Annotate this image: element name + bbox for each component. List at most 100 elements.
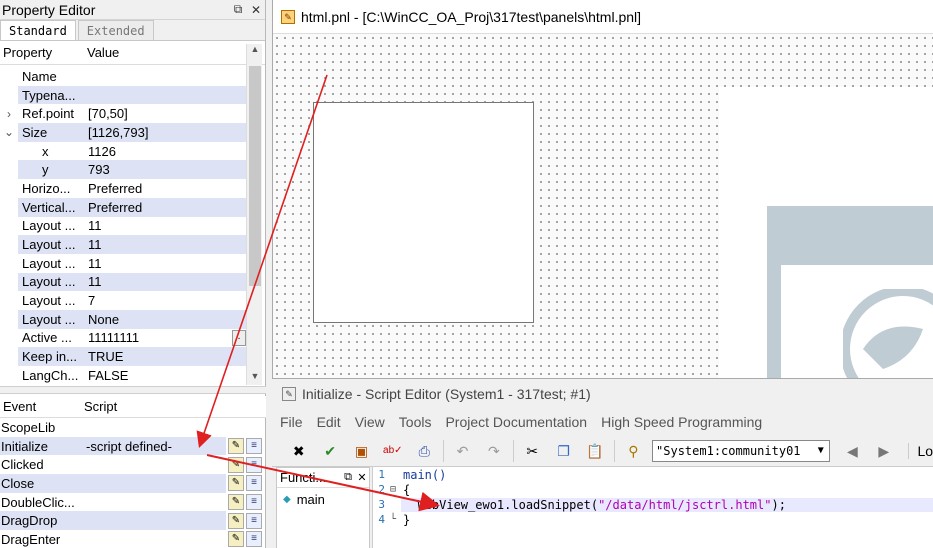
- close-icon[interactable]: ✕: [247, 3, 265, 17]
- property-row[interactable]: LangCh... FALSE: [0, 366, 246, 385]
- redo-icon[interactable]: ↷: [481, 440, 506, 462]
- property-row[interactable]: Layout ... None: [0, 309, 246, 329]
- menu-file[interactable]: File: [280, 414, 303, 430]
- property-value[interactable]: FALSE: [84, 366, 246, 385]
- menu-view[interactable]: View: [355, 414, 385, 430]
- property-row[interactable]: x 1126: [0, 142, 246, 161]
- event-script[interactable]: [84, 530, 226, 548]
- property-row[interactable]: ⌄ Size [1126,793]: [0, 123, 246, 142]
- property-value[interactable]: Preferred: [84, 179, 246, 198]
- edit-script-icon[interactable]: ✎: [228, 531, 244, 548]
- edit-script-icon[interactable]: ✎: [228, 475, 244, 492]
- find-icon[interactable]: ⚲: [621, 440, 646, 462]
- tab-standard[interactable]: Standard: [0, 20, 76, 40]
- property-row[interactable]: Name: [0, 67, 246, 86]
- save-icon[interactable]: ▣: [349, 440, 374, 462]
- close-script-icon[interactable]: ✖: [286, 440, 311, 462]
- property-row[interactable]: Layout ... 11: [0, 272, 246, 292]
- paste-icon[interactable]: 📋: [582, 440, 607, 462]
- property-row[interactable]: Layout ... 11: [0, 254, 246, 273]
- property-value[interactable]: 793: [84, 160, 246, 180]
- pane-splitter[interactable]: [0, 386, 266, 394]
- undo-icon[interactable]: ↶: [450, 440, 475, 462]
- event-row[interactable]: Close ✎ ≡: [0, 474, 266, 493]
- scroll-down-icon[interactable]: ▼: [247, 371, 263, 385]
- menu-high-speed-programming[interactable]: High Speed Programming: [601, 414, 762, 430]
- code-editor[interactable]: 1 main() 2 ⊟{3 WebView_ewo1.loadSnippet("/d…: [372, 467, 933, 548]
- chevron-down-icon[interactable]: ▼: [813, 445, 829, 456]
- property-value[interactable]: TRUE: [84, 347, 246, 366]
- property-column-header[interactable]: Property: [0, 45, 84, 60]
- property-row[interactable]: › Ref.point [70,50]: [0, 104, 246, 123]
- cut-icon[interactable]: ✂: [520, 440, 545, 462]
- property-value[interactable]: 11: [84, 217, 246, 236]
- print-icon[interactable]: ⎙: [412, 440, 437, 462]
- property-value[interactable]: [84, 67, 246, 86]
- webview-placeholder-rect[interactable]: [313, 102, 534, 323]
- edit-script-icon[interactable]: ✎: [228, 456, 244, 473]
- property-row[interactable]: Keep in... TRUE: [0, 347, 246, 366]
- edit-script-icon[interactable]: ✎: [228, 494, 244, 511]
- property-value[interactable]: 7: [84, 291, 246, 310]
- forward-arrow-icon[interactable]: ▶: [871, 440, 896, 462]
- event-script[interactable]: [84, 474, 226, 493]
- property-row[interactable]: Typena...: [0, 85, 246, 105]
- function-item-main[interactable]: ◆ main: [277, 488, 369, 510]
- script-list-icon[interactable]: ≡: [246, 438, 262, 455]
- scrollbar-thumb[interactable]: [249, 66, 261, 286]
- event-script[interactable]: [84, 418, 226, 437]
- panel-canvas[interactable]: [273, 34, 933, 378]
- tab-extended[interactable]: Extended: [77, 20, 154, 40]
- script-list-icon[interactable]: ≡: [246, 512, 262, 529]
- property-row[interactable]: Active ... 11111111.: [0, 329, 246, 348]
- event-column-header[interactable]: Event: [0, 399, 84, 414]
- back-arrow-icon[interactable]: ◀: [840, 440, 865, 462]
- ellipsis-button[interactable]: .: [232, 329, 246, 346]
- value-column-header[interactable]: Value: [84, 45, 265, 60]
- property-value[interactable]: 11: [84, 254, 246, 273]
- property-value[interactable]: [84, 85, 246, 105]
- event-script[interactable]: [84, 493, 226, 512]
- property-row[interactable]: Layout ... 11: [0, 235, 246, 254]
- chevron-right-icon[interactable]: ›: [0, 107, 18, 121]
- undock-icon[interactable]: ⧉: [341, 471, 355, 484]
- code-line[interactable]: 2 ⊟{: [373, 482, 933, 497]
- event-row[interactable]: Clicked ✎ ≡: [0, 455, 266, 474]
- property-row[interactable]: Vertical... Preferred: [0, 197, 246, 217]
- property-value[interactable]: 11: [84, 235, 246, 254]
- code-line[interactable]: 3 WebView_ewo1.loadSnippet("/data/html/j…: [373, 497, 933, 512]
- property-value[interactable]: None: [84, 309, 246, 329]
- property-row[interactable]: y 793: [0, 160, 246, 180]
- script-list-icon[interactable]: ≡: [246, 494, 262, 511]
- edit-script-icon[interactable]: ✎: [228, 512, 244, 529]
- script-list-icon[interactable]: ≡: [246, 475, 262, 492]
- toolbar-trailing-label[interactable]: Lo: [908, 442, 933, 459]
- event-script[interactable]: [84, 511, 226, 531]
- event-row[interactable]: DoubleClic... ✎ ≡: [0, 493, 266, 512]
- property-row[interactable]: Horizo... Preferred: [0, 179, 246, 198]
- script-column-header[interactable]: Script: [84, 399, 117, 414]
- property-value[interactable]: 11: [84, 272, 246, 292]
- fold-marker-icon[interactable]: └: [385, 514, 401, 525]
- code-line[interactable]: 4 └}: [373, 512, 933, 527]
- fold-marker-icon[interactable]: ⊟: [385, 484, 401, 495]
- scroll-up-icon[interactable]: ▲: [247, 44, 263, 58]
- event-script[interactable]: [84, 455, 226, 474]
- undock-icon[interactable]: ⧉: [229, 2, 247, 17]
- property-scrollbar[interactable]: ▲ ▼: [246, 44, 262, 385]
- menu-edit[interactable]: Edit: [317, 414, 341, 430]
- chevron-down-icon[interactable]: ⌄: [0, 125, 18, 139]
- edit-script-icon[interactable]: ✎: [228, 438, 244, 455]
- script-list-icon[interactable]: ≡: [246, 456, 262, 473]
- script-list-icon[interactable]: ≡: [246, 531, 262, 548]
- property-row[interactable]: Layout ... 11: [0, 217, 246, 236]
- menu-tools[interactable]: Tools: [399, 414, 432, 430]
- event-row[interactable]: ScopeLib: [0, 418, 266, 437]
- menu-project-documentation[interactable]: Project Documentation: [445, 414, 587, 430]
- spellcheck-icon[interactable]: ab✓: [380, 440, 405, 462]
- event-row[interactable]: DragDrop ✎ ≡: [0, 511, 266, 531]
- event-script[interactable]: -script defined-: [84, 436, 226, 456]
- event-row[interactable]: DragEnter ✎ ≡: [0, 530, 266, 548]
- property-value[interactable]: [70,50]: [84, 104, 246, 123]
- property-value[interactable]: Preferred: [84, 197, 246, 217]
